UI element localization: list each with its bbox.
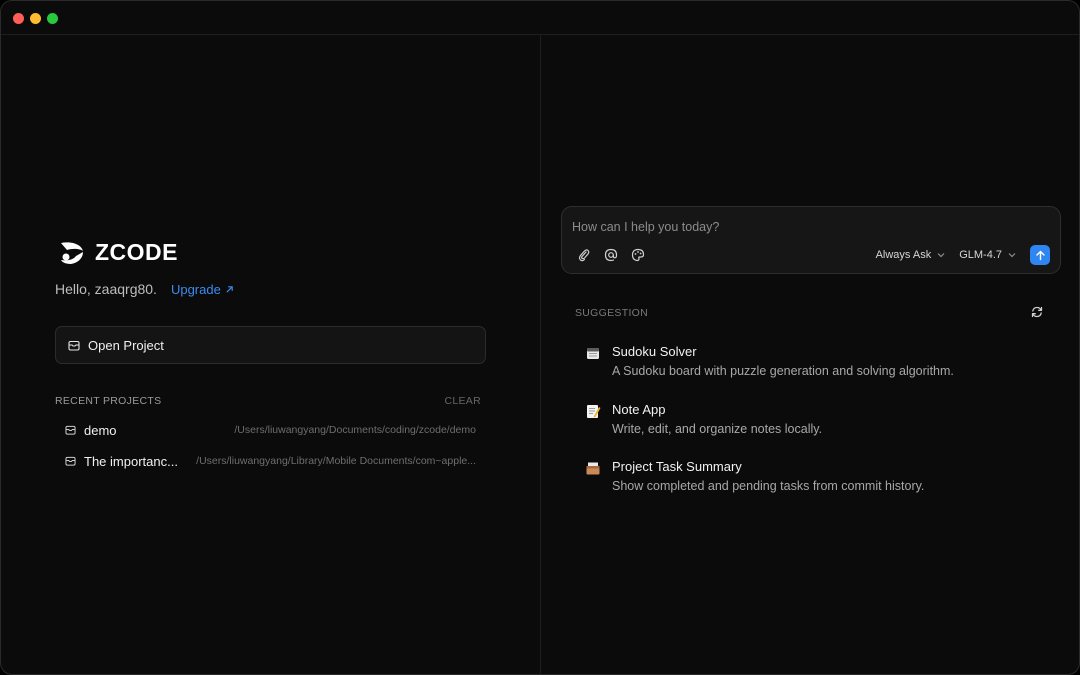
recent-project-name: The importanc...	[84, 453, 178, 469]
chat-box: Always Ask GLM-4.7	[561, 206, 1061, 274]
send-button[interactable]	[1030, 245, 1050, 265]
recent-project-path: /Users/liuwangyang/Documents/coding/zcod…	[234, 424, 476, 436]
recent-project-name: demo	[84, 422, 117, 438]
greeting-row: Hello, zaaqrg80. Upgrade	[55, 281, 234, 297]
minimize-window-button[interactable]	[30, 13, 41, 24]
chevron-down-icon	[1008, 253, 1016, 258]
recent-projects-title: RECENT PROJECTS	[55, 395, 162, 407]
card-box-icon	[585, 460, 601, 476]
open-project-button[interactable]: Open Project	[55, 326, 486, 364]
greeting-text: Hello, zaaqrg80.	[55, 281, 157, 297]
suggestion-title: Sudoku Solver	[612, 344, 697, 359]
refresh-icon[interactable]	[1030, 305, 1044, 324]
suggestion-title: Project Task Summary	[612, 459, 742, 474]
suggestion-description: Show completed and pending tasks from co…	[612, 479, 925, 493]
clear-recent-button[interactable]: CLEAR	[444, 395, 481, 407]
suggestion-description: Write, edit, and organize notes locally.	[612, 422, 823, 436]
mode-dropdown[interactable]: Always Ask	[876, 249, 946, 261]
model-dropdown[interactable]: GLM-4.7	[959, 249, 1016, 261]
recent-project-item[interactable]: The importanc... /Users/liuwangyang/Libr…	[55, 449, 481, 473]
upgrade-link[interactable]: Upgrade	[171, 282, 234, 297]
memo-icon	[585, 403, 601, 419]
model-label: GLM-4.7	[959, 249, 1002, 261]
suggestion-title: Note App	[612, 402, 666, 417]
close-window-button[interactable]	[13, 13, 24, 24]
suggestion-description: A Sudoku board with puzzle generation an…	[612, 364, 954, 378]
palette-icon[interactable]	[630, 247, 645, 262]
calendar-icon	[585, 345, 601, 361]
chat-controls: Always Ask GLM-4.7	[876, 245, 1050, 265]
folder-icon	[68, 340, 80, 351]
chevron-down-icon	[937, 253, 945, 258]
title-bar	[1, 1, 1079, 35]
maximize-window-button[interactable]	[47, 13, 58, 24]
logo: ZCODE	[59, 239, 178, 266]
logo-text: ZCODE	[95, 239, 178, 265]
open-project-label: Open Project	[88, 337, 164, 353]
chat-input[interactable]	[572, 217, 1042, 237]
folder-icon	[65, 456, 76, 466]
chat-tools	[576, 247, 645, 262]
upgrade-label: Upgrade	[170, 281, 221, 297]
panel-divider	[540, 35, 541, 674]
arrow-up-right-icon	[226, 285, 233, 293]
recent-projects-header: RECENT PROJECTS CLEAR	[55, 395, 481, 407]
mode-label: Always Ask	[875, 249, 932, 261]
recent-project-item[interactable]: demo /Users/liuwangyang/Documents/coding…	[55, 418, 481, 442]
folder-icon	[65, 425, 76, 435]
paperclip-icon[interactable]	[576, 247, 591, 262]
at-icon[interactable]	[603, 247, 618, 262]
arrow-up-icon	[1035, 250, 1045, 260]
app-window: ZCODE Hello, zaaqrg80. Upgrade Open Proj…	[0, 0, 1080, 675]
zcode-logo-icon	[59, 240, 85, 266]
recent-project-path: /Users/liuwangyang/Library/Mobile Docume…	[196, 455, 476, 467]
suggestion-header: SUGGESTION	[575, 307, 649, 319]
